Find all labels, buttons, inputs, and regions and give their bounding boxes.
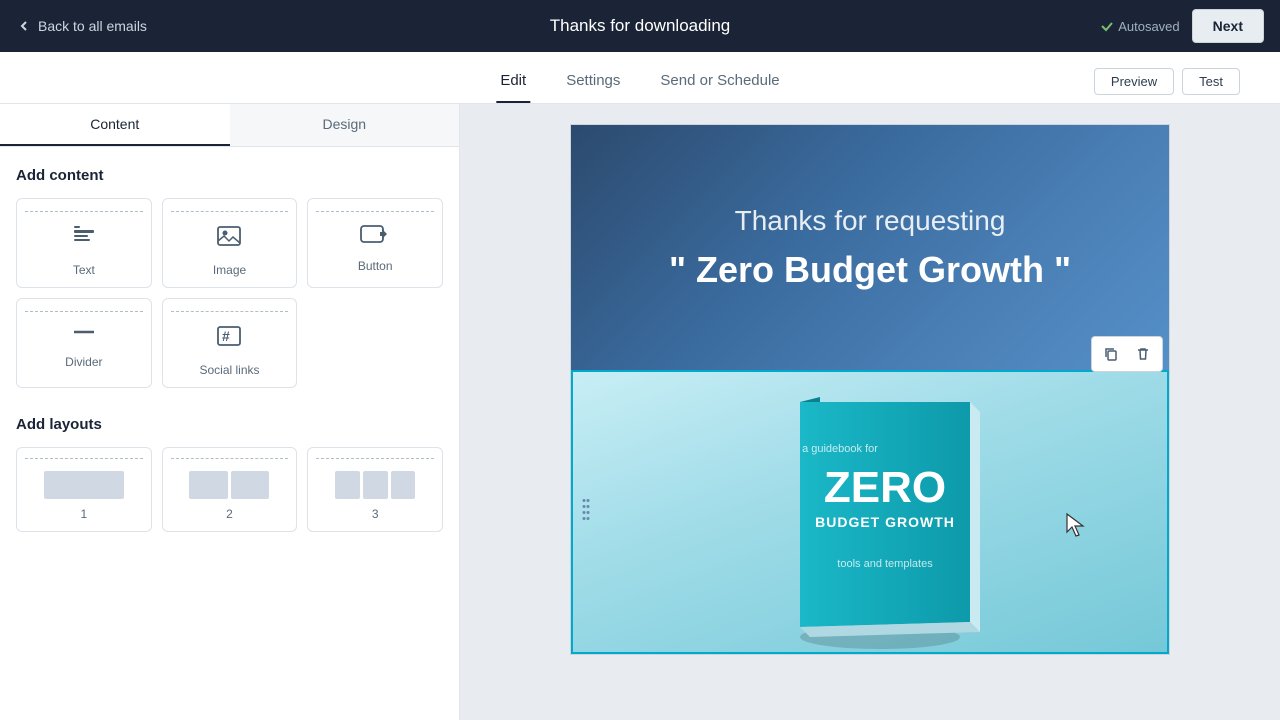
layout-item-1col[interactable]: 1 — [16, 447, 152, 532]
book-tagline: tools and templates — [837, 558, 933, 570]
page-title: Thanks for downloading — [550, 16, 731, 36]
content-items-grid: Text Image — [16, 198, 443, 388]
content-item-divider[interactable]: Divider — [16, 298, 152, 388]
email-header-line1: Thanks for requesting — [735, 205, 1006, 237]
divider-item-label: Divider — [65, 355, 102, 369]
svg-text:#: # — [222, 328, 230, 344]
content-item-social[interactable]: # Social links — [162, 298, 298, 388]
top-bar-actions: Autosaved Next — [1100, 9, 1264, 43]
test-button[interactable]: Test — [1182, 68, 1240, 95]
layout-item-2col[interactable]: 2 — [162, 447, 298, 532]
email-header-block[interactable]: Thanks for requesting " Zero Budget Grow… — [571, 125, 1169, 370]
add-content-title: Add content — [16, 167, 443, 184]
button-icon — [359, 222, 391, 251]
delete-button[interactable] — [1128, 340, 1158, 368]
sidebar: Content Design Add content Text — [0, 104, 460, 720]
tab-settings[interactable]: Settings — [562, 52, 624, 103]
tab-send-schedule[interactable]: Send or Schedule — [656, 52, 783, 103]
tab-edit[interactable]: Edit — [496, 52, 530, 103]
layout-1col-label: 1 — [80, 507, 87, 521]
preview-button[interactable]: Preview — [1094, 68, 1174, 95]
sidebar-tabs: Content Design — [0, 104, 459, 147]
book-illustration: a guidebook for ZERO BUDGET GROWTH tools… — [740, 372, 1000, 652]
email-image-block[interactable]: a guidebook for ZERO BUDGET GROWTH tools… — [571, 370, 1169, 654]
layout-item-3col[interactable]: 3 — [307, 447, 443, 532]
block-toolbar — [1091, 336, 1163, 372]
social-icon: # — [215, 322, 243, 355]
sidebar-tab-content[interactable]: Content — [0, 104, 230, 146]
tab-bar-actions: Preview Test — [1094, 68, 1240, 103]
next-button[interactable]: Next — [1192, 9, 1264, 43]
divider-icon — [70, 322, 98, 347]
drag-handle[interactable] — [577, 491, 595, 534]
layout-2col-label: 2 — [226, 507, 233, 521]
text-item-label: Text — [73, 263, 95, 277]
book-title-budget: BUDGET GROWTH — [815, 514, 955, 530]
book-subtitle: a guidebook for — [802, 443, 878, 455]
layout-3col-label: 3 — [372, 507, 379, 521]
back-label: Back to all emails — [38, 18, 147, 34]
autosaved-indicator: Autosaved — [1100, 19, 1179, 34]
email-canvas: Thanks for requesting " Zero Budget Grow… — [460, 104, 1280, 720]
duplicate-button[interactable] — [1096, 340, 1126, 368]
email-container: Thanks for requesting " Zero Budget Grow… — [570, 124, 1170, 655]
content-item-text[interactable]: Text — [16, 198, 152, 288]
cursor-pointer — [1063, 512, 1087, 546]
main-tabs: Edit Settings Send or Schedule — [496, 52, 783, 103]
top-bar: Back to all emails Thanks for downloadin… — [0, 0, 1280, 52]
button-item-label: Button — [358, 259, 393, 273]
text-icon — [70, 222, 98, 255]
layout-items-grid: 1 2 3 — [16, 447, 443, 532]
main-layout: Content Design Add content Text — [0, 104, 1280, 720]
tabs-bar: Edit Settings Send or Schedule Preview T… — [0, 52, 1280, 104]
email-header-line2: " Zero Budget Growth " — [669, 249, 1071, 291]
social-item-label: Social links — [199, 363, 259, 377]
content-item-button[interactable]: Button — [307, 198, 443, 288]
book-title-zero: ZERO — [824, 463, 946, 512]
image-item-label: Image — [213, 263, 246, 277]
back-to-emails-link[interactable]: Back to all emails — [16, 18, 147, 34]
checkmark-icon — [1100, 19, 1114, 33]
content-item-image[interactable]: Image — [162, 198, 298, 288]
sidebar-tab-design[interactable]: Design — [230, 104, 460, 146]
image-icon — [215, 222, 243, 255]
add-layouts-title: Add layouts — [16, 416, 443, 433]
back-arrow-icon — [16, 18, 32, 34]
